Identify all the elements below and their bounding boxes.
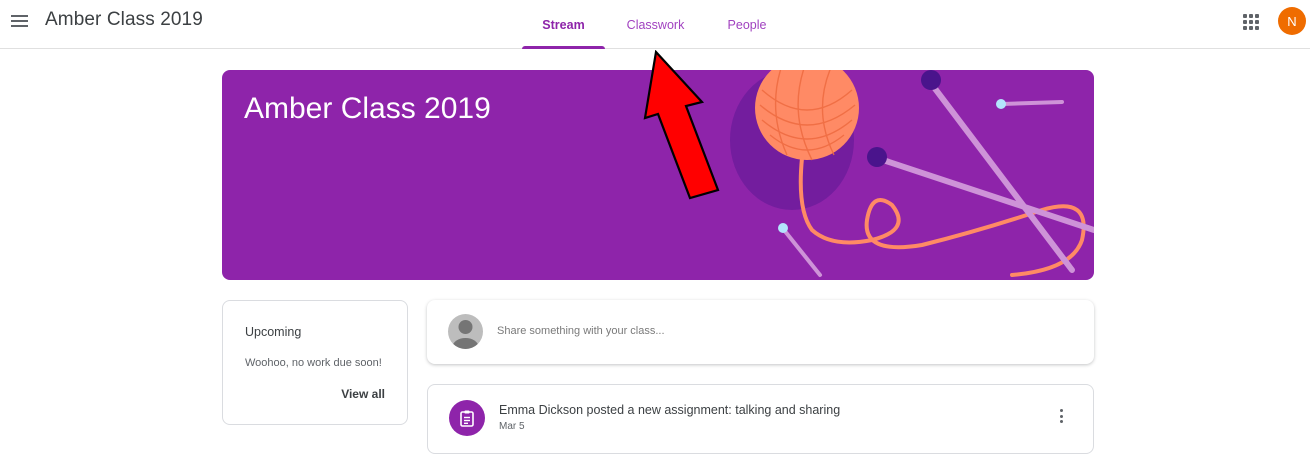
banner-title: Amber Class 2019 (244, 92, 491, 125)
more-options-icon[interactable] (1058, 409, 1064, 425)
post-title[interactable]: Emma Dickson posted a new assignment: ta… (499, 403, 840, 417)
top-app-bar: Amber Class 2019 Stream Classwork People… (0, 0, 1310, 49)
post-date: Mar 5 (499, 421, 525, 432)
assignment-icon (449, 400, 485, 436)
upcoming-card: Upcoming Woohoo, no work due soon! View … (222, 300, 408, 425)
tab-classwork[interactable]: Classwork (605, 0, 706, 49)
hamburger-menu-icon[interactable] (10, 13, 30, 29)
class-title[interactable]: Amber Class 2019 (45, 9, 203, 31)
tab-people[interactable]: People (706, 0, 788, 49)
account-avatar[interactable]: N (1278, 7, 1306, 35)
share-input[interactable]: Share something with your class... (497, 325, 665, 337)
tab-bar: Stream Classwork People (522, 0, 788, 49)
google-apps-icon[interactable] (1243, 14, 1259, 30)
share-box[interactable]: Share something with your class... (427, 300, 1094, 364)
upcoming-message: Woohoo, no work due soon! (245, 357, 382, 369)
stream-post[interactable]: Emma Dickson posted a new assignment: ta… (427, 384, 1094, 454)
user-avatar-icon (448, 314, 483, 349)
tab-stream[interactable]: Stream (522, 0, 605, 49)
view-all-link[interactable]: View all (341, 387, 385, 401)
red-arrow-icon (643, 50, 720, 200)
upcoming-title: Upcoming (245, 325, 302, 339)
